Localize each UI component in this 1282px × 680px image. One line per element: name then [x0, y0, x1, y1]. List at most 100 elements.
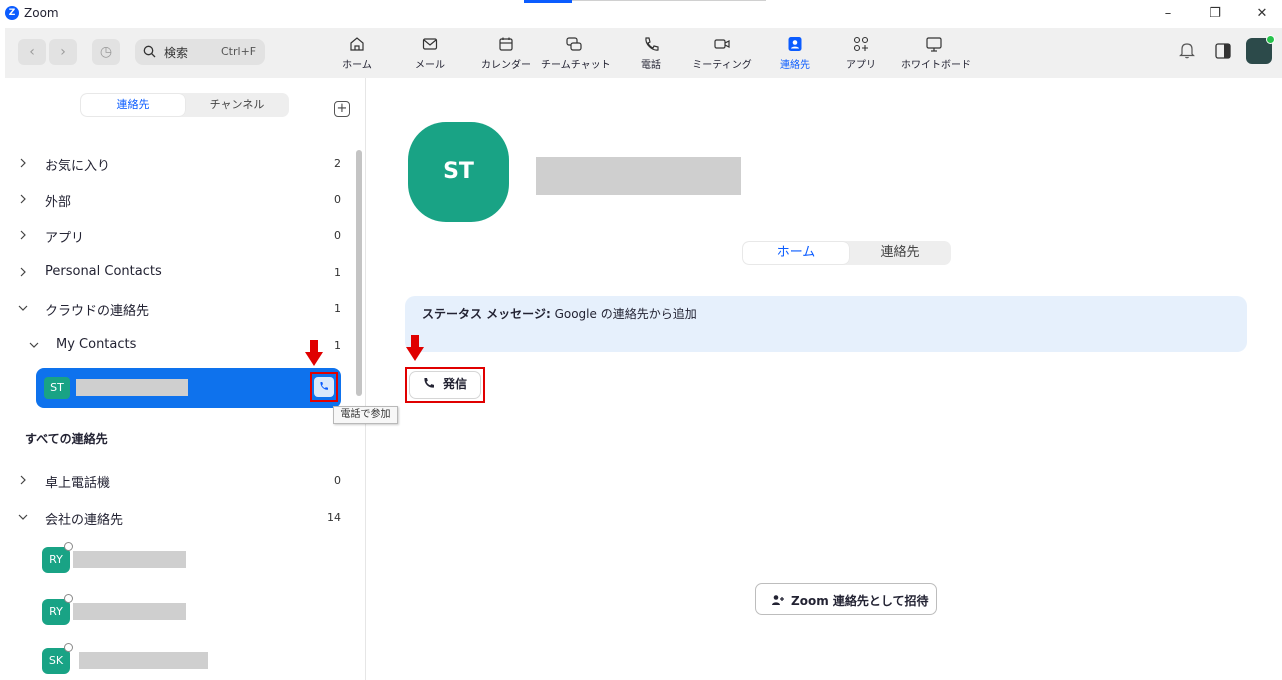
tab-meetings-label: ミーティング — [692, 60, 752, 71]
apps-icon — [853, 36, 869, 52]
segment-channels[interactable]: チャンネル — [186, 94, 288, 116]
tab-team-chat[interactable]: チームチャット — [541, 35, 611, 73]
sidebar-scrollbar[interactable] — [356, 150, 362, 396]
avatar: SK — [42, 648, 70, 674]
phone-icon — [645, 37, 659, 51]
group-personal-contacts[interactable]: Personal Contacts 1 — [0, 255, 356, 291]
side-panel-icon[interactable] — [1214, 42, 1232, 60]
redacted-name — [76, 379, 188, 396]
arrow-down-icon — [406, 335, 424, 361]
group-favorites[interactable]: お気に入り 2 — [0, 146, 356, 182]
whiteboard-icon — [926, 37, 942, 52]
group-desk-phones[interactable]: 卓上電話機 0 — [0, 463, 356, 499]
user-avatar[interactable] — [1246, 35, 1275, 64]
group-count: 1 — [334, 339, 341, 352]
tab-mail[interactable]: メール — [410, 35, 450, 73]
title-bar: Z Zoom – ❐ ✕ — [0, 0, 1282, 28]
tab-apps[interactable]: アプリ — [841, 35, 881, 73]
group-cloud-contacts[interactable]: クラウドの連絡先 1 — [0, 291, 356, 327]
group-count: 0 — [334, 474, 341, 487]
group-company-contacts[interactable]: 会社の連絡先 14 — [0, 500, 356, 536]
group-label: My Contacts — [56, 337, 137, 352]
back-button[interactable]: ‹ — [18, 39, 46, 65]
status-message-box: ステータス メッセージ: Google の連絡先から追加 — [405, 296, 1247, 352]
search-box[interactable]: 検索 Ctrl+F — [135, 39, 265, 65]
group-label: 外部 — [45, 195, 72, 210]
redacted-name — [73, 551, 186, 568]
chevron-down-icon — [18, 305, 28, 311]
group-label: アプリ — [45, 231, 85, 246]
call-button-label: 発信 — [443, 377, 468, 391]
presence-status-icon — [64, 542, 73, 551]
avatar: ST — [44, 377, 70, 399]
list-item[interactable]: RY — [42, 542, 342, 575]
contacts-icon — [788, 37, 802, 51]
group-label: クラウドの連絡先 — [45, 304, 150, 319]
group-label: お気に入り — [45, 159, 111, 174]
phone-icon — [424, 378, 434, 388]
chevron-down-icon — [18, 514, 28, 520]
calendar-icon — [499, 37, 513, 51]
group-apps[interactable]: アプリ 0 — [0, 218, 356, 254]
redacted-name — [79, 652, 208, 669]
profile-avatar: ST — [408, 122, 509, 222]
redacted-name — [73, 603, 186, 620]
group-external[interactable]: 外部 0 — [0, 182, 356, 218]
invite-button-label: Zoom 連絡先として招待 — [791, 594, 929, 608]
segment-contacts[interactable]: 連絡先 — [81, 94, 185, 116]
zoom-logo-icon: Z — [5, 6, 19, 20]
tab-profile-contacts[interactable]: 連絡先 — [850, 242, 950, 264]
group-count: 0 — [334, 193, 341, 206]
tooltip: 電話で参加 — [333, 406, 398, 424]
tab-profile-home[interactable]: ホーム — [743, 242, 849, 264]
group-count: 1 — [334, 266, 341, 279]
tab-team-chat-label: チームチャット — [541, 60, 611, 71]
group-label: Personal Contacts — [45, 264, 162, 279]
arrow-down-icon — [305, 340, 323, 366]
call-button[interactable]: 発信 — [405, 367, 485, 403]
chevron-right-icon — [20, 194, 26, 204]
tab-phone-label: 電話 — [641, 60, 661, 71]
group-label: 卓上電話機 — [45, 476, 111, 491]
tab-home[interactable]: ホーム — [337, 35, 377, 73]
tab-calendar-label: カレンダー — [481, 60, 531, 71]
profile-tab-control: ホーム 連絡先 — [742, 241, 951, 265]
tab-contacts[interactable]: 連絡先 — [771, 35, 819, 73]
add-contact-button[interactable]: + — [334, 101, 350, 117]
group-label: 会社の連絡先 — [45, 513, 124, 528]
group-count: 0 — [334, 229, 341, 242]
list-item[interactable]: RY — [42, 594, 342, 627]
tab-calendar[interactable]: カレンダー — [478, 35, 534, 73]
group-count: 1 — [334, 302, 341, 315]
avatar: RY — [42, 599, 70, 625]
chevron-down-icon — [29, 342, 39, 348]
search-shortcut: Ctrl+F — [221, 45, 257, 58]
presence-status-icon — [64, 594, 73, 603]
chevron-right-icon — [20, 475, 26, 485]
forward-button[interactable]: › — [49, 39, 77, 65]
minimize-icon[interactable]: – — [1158, 4, 1178, 24]
list-item[interactable]: SK — [42, 643, 342, 676]
chevron-right-icon — [20, 230, 26, 240]
history-button[interactable]: ◷ — [92, 39, 120, 65]
status-text: Google の連絡先から追加 — [550, 307, 697, 321]
tab-whiteboard-label: ホワイトボード — [901, 60, 971, 71]
group-my-contacts[interactable]: My Contacts 1 — [0, 328, 356, 364]
window-title: Zoom — [24, 6, 59, 20]
invite-as-zoom-contact-button[interactable]: Zoom 連絡先として招待 — [755, 583, 937, 615]
tab-home-label: ホーム — [342, 60, 372, 71]
add-user-icon — [772, 595, 784, 605]
top-toolbar: ‹ › ◷ 検索 Ctrl+F ホーム メール カレンダー チームチャット 電話… — [5, 28, 1282, 78]
tab-whiteboard[interactable]: ホワイトボード — [901, 35, 971, 73]
selected-contact-row[interactable]: ST — [36, 368, 341, 408]
close-icon[interactable]: ✕ — [1252, 4, 1272, 24]
tab-meetings[interactable]: ミーティング — [691, 35, 753, 73]
bell-icon[interactable] — [1178, 40, 1196, 60]
sidebar-segment-control: 連絡先 チャンネル — [80, 93, 289, 117]
search-icon — [143, 45, 156, 58]
restore-icon[interactable]: ❐ — [1205, 4, 1225, 24]
tab-apps-label: アプリ — [846, 60, 876, 71]
home-icon — [350, 37, 364, 51]
tab-phone[interactable]: 電話 — [632, 35, 670, 73]
all-contacts-header: すべての連絡先 — [25, 432, 108, 446]
